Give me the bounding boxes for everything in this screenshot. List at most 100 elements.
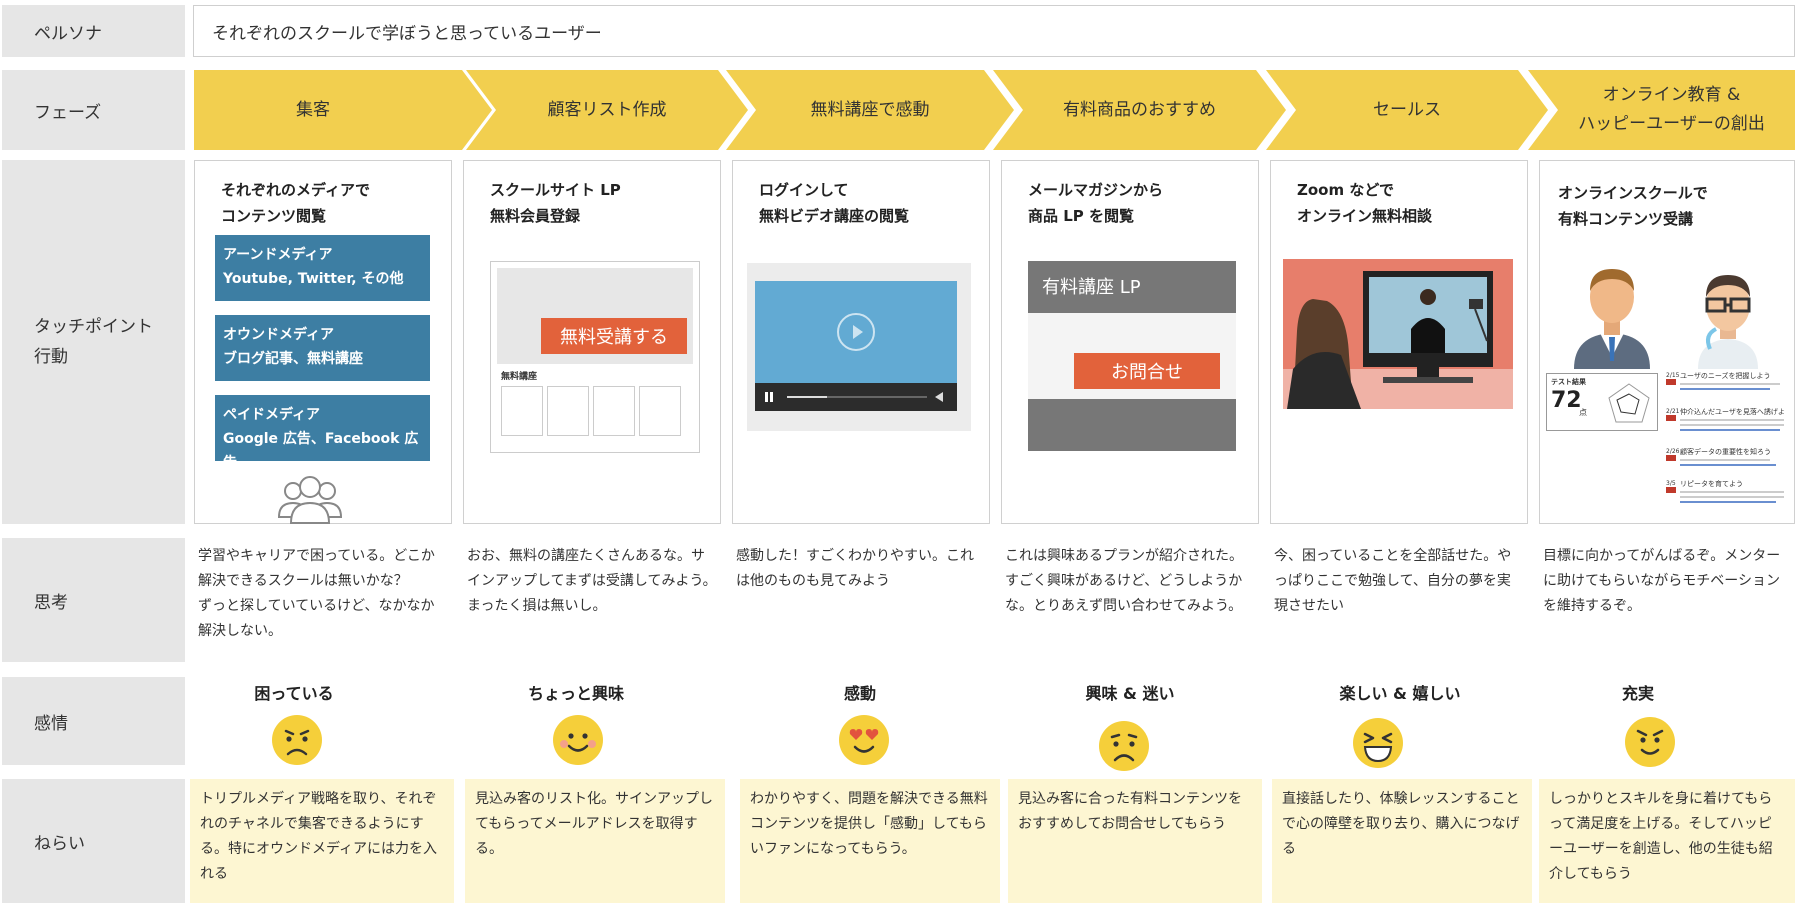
- phase-2: 顧客リスト作成: [466, 70, 748, 150]
- online-meeting-illustration: [1283, 259, 1513, 409]
- mentor-avatar-icon: [1698, 275, 1758, 369]
- phase-2-label: 顧客リスト作成: [547, 99, 667, 120]
- video-seek-progress: [787, 396, 827, 398]
- aim-5: 直接話したり、体験レッスンすることで心の障壁を取り去り、購入につなげる: [1272, 779, 1532, 903]
- thought-5: 今、困っていることを全部話せた。やっぱりここで勉強して、自分の夢を実現させたい: [1274, 548, 1512, 614]
- lesson-link-line: [1680, 501, 1776, 503]
- lesson-desc-line: [1680, 424, 1784, 426]
- lesson-desc-line: [1680, 383, 1780, 385]
- product-lp-footer: [1028, 399, 1236, 451]
- pause-icon[interactable]: [765, 392, 768, 402]
- thought-3: 感動した！すごくわかりやすい。これは他のものも見てみよう: [736, 548, 974, 589]
- lesson-title: 顧客データの重要性を知ろう: [1680, 448, 1771, 456]
- free-course-button[interactable]: 無料受講する: [541, 318, 687, 354]
- aim-4: 見込み客に合った有料コンテンツをおすすめしてお問合せしてもらう: [1008, 779, 1262, 903]
- touchpoint-card-6: オンラインスクールで 有料コンテンツ受講 テスト結果 72 点 2/15 ユーザ…: [1539, 160, 1795, 524]
- lesson-list: 2/15 ユーザのニーズを把握しよう 2/21 仲介込んだユーザを見落へ誘げよ …: [1666, 371, 1790, 521]
- owned-media-box: オウンドメディア ブログ記事、無料講座: [215, 315, 430, 381]
- touchpoint-card-1: それぞれのメディアで コンテンツ閲覧 アーンドメディア Youtube, Twi…: [194, 160, 452, 524]
- row-label-aim: ねらい: [2, 779, 185, 903]
- lesson-status-badge: [1666, 379, 1676, 385]
- aim-6: しっかりとスキルを身に着けてもらって満足度を上げる。そしてハッピーユーザーを創造…: [1539, 779, 1795, 903]
- confident-face-icon: [1625, 717, 1675, 767]
- thought-1: 学習やキャリアで困っている。どこか解決できるスクールは無いかな？ ずっと探してい…: [198, 548, 435, 639]
- paid-media-box: ペイドメディア Google 広告、Facebook 広告: [215, 395, 430, 471]
- touchpoint-title-2: スクールサイト LP 無料会員登録: [490, 181, 621, 225]
- row-label-thought: 思考: [2, 538, 185, 662]
- aim-2: 見込み客のリスト化。サインアップしてもらってメールアドレスを取得する。: [465, 779, 725, 903]
- row-label-touchpoint: タッチポイント 行動: [2, 160, 185, 524]
- frown-face-icon: [1099, 721, 1149, 771]
- touchpoint-card-4: メールマガジンから 商品 LP を閲覧 有料講座 LP お問合せ: [1001, 160, 1259, 524]
- product-lp-mockup: 有料講座 LP お問合せ: [1028, 261, 1236, 451]
- users-group-icon: [277, 476, 343, 524]
- lesson-title: ユーザのニーズを把握しよう: [1680, 372, 1771, 380]
- lesson-title: 仲介込んだユーザを見落へ誘げよ: [1680, 408, 1785, 416]
- lesson-link-line: [1680, 429, 1780, 431]
- row-label-phase: フェーズ: [2, 70, 185, 150]
- lesson-status-badge: [1666, 487, 1676, 493]
- worried-face-icon: [272, 715, 322, 765]
- phase-6-label: オンライン教育 & ハッピーユーザーの創出: [1578, 85, 1765, 134]
- lesson-status-badge: [1666, 455, 1676, 461]
- earned-media-box: アーンドメディア Youtube, Twitter, その他: [215, 235, 430, 301]
- lp-course-thumb: [593, 386, 635, 436]
- lesson-status-badge: [1666, 415, 1676, 421]
- product-lp-header: 有料講座 LP: [1028, 261, 1236, 313]
- touchpoint-title-4: メールマガジンから 商品 LP を閲覧: [1028, 181, 1164, 225]
- student-avatar-icon: [1574, 269, 1650, 369]
- play-circle-icon[interactable]: [837, 313, 875, 351]
- play-triangle-icon: [853, 325, 863, 339]
- lesson-title: リピータを育てよう: [1680, 480, 1743, 488]
- touchpoint-title-6: オンラインスクールで 有料コンテンツ受講: [1558, 184, 1708, 228]
- aim-1: トリプルメディア戦略を取り、それぞれのチャネルで集客できるようにする。特にオウン…: [190, 779, 454, 903]
- lesson-link-line: [1680, 388, 1770, 390]
- persona-box: それぞれのスクールで学ぼうと思っているユーザー: [193, 5, 1795, 57]
- lesson-desc-line: [1680, 419, 1784, 421]
- pause-icon: [770, 392, 773, 402]
- phase-1: 集客: [194, 70, 492, 150]
- radar-chart-icon: [1608, 383, 1650, 423]
- phase-3: 無料講座で感動: [726, 70, 1014, 150]
- emotion-name-3: 感動: [843, 684, 876, 703]
- score-unit: 点: [1579, 408, 1587, 417]
- phase-4-label: 有料商品のおすすめ: [1063, 99, 1216, 120]
- video-controls-bar: [755, 383, 957, 411]
- laughing-face-icon: [1353, 718, 1403, 768]
- touchpoint-title-5: Zoom などで オンライン無料相談: [1297, 181, 1433, 225]
- score-value: 72: [1551, 388, 1582, 413]
- emotion-name-6: 充実: [1621, 684, 1654, 703]
- video-screen[interactable]: [755, 281, 957, 383]
- phase-5: セールス: [1266, 70, 1548, 150]
- inquiry-button[interactable]: お問合せ: [1074, 353, 1220, 389]
- score-card: テスト結果 72 点: [1546, 373, 1658, 431]
- aim-3: わかりやすく、問題を解決できる無料コンテンツを提供し「感動」してもらいファンにな…: [740, 779, 1000, 903]
- smile-face-icon: [553, 715, 603, 765]
- phase-1-label: 集客: [296, 99, 330, 120]
- emotion-name-1: 困っている: [254, 684, 334, 703]
- thought-2: おお、無料の講座たくさんあるな。サインアップしてまずは受講してみよう。まったく損…: [467, 548, 717, 614]
- touchpoint-card-3: ログインして 無料ビデオ講座の閲覧: [732, 160, 990, 524]
- lp-section-label: 無料講座: [501, 372, 538, 382]
- lp-course-thumb: [639, 386, 681, 436]
- phase-4: 有料商品のおすすめ: [993, 70, 1286, 150]
- emotion-name-2: ちょっと興味: [527, 684, 624, 703]
- phase-5-label: セールス: [1373, 99, 1441, 120]
- score-label: テスト結果: [1551, 378, 1586, 386]
- phase-6: オンライン教育 & ハッピーユーザーの創出: [1528, 70, 1795, 150]
- thought-6: 目標に向かってがんばるぞ。メンターに助けてもらいながらモチベーションを維持するぞ…: [1543, 548, 1781, 614]
- row-label-persona: ペルソナ: [2, 5, 185, 57]
- touchpoint-title-3: ログインして 無料ビデオ講座の閲覧: [759, 181, 910, 225]
- lesson-link-line: [1680, 464, 1776, 466]
- thought-4: これは興味あるプランが紹介された。すごく興味があるけど、どうしようかな。とりあえ…: [1005, 548, 1243, 614]
- lesson-desc-line: [1680, 459, 1770, 461]
- touchpoint-card-2: スクールサイト LP 無料会員登録 無料受講する 無料講座: [463, 160, 721, 524]
- phase-1-chevron: [194, 70, 492, 150]
- lesson-desc-line: [1680, 496, 1784, 498]
- row-label-emotion: 感情: [2, 677, 185, 765]
- video-player-frame: [747, 263, 971, 431]
- volume-icon[interactable]: [935, 392, 943, 402]
- lesson-desc-line: [1680, 491, 1784, 493]
- phase-3-label: 無料講座で感動: [810, 99, 930, 120]
- heart-eyes-face-icon: [839, 715, 889, 765]
